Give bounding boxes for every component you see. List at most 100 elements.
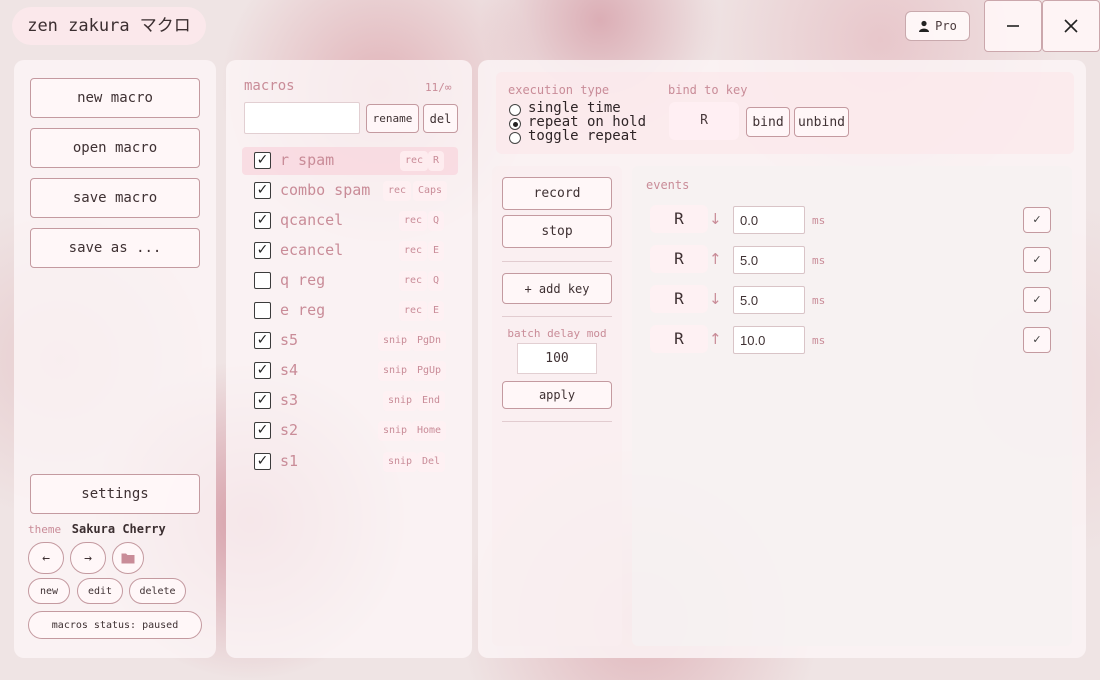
stop-button[interactable]: stop — [502, 215, 612, 248]
event-delay-input[interactable] — [733, 326, 805, 354]
batch-delay-input[interactable] — [517, 343, 597, 374]
macro-mode-tag: snip — [383, 391, 418, 411]
macro-name: s4 — [280, 361, 299, 379]
macro-mode-tag: rec — [399, 271, 428, 291]
macro-checkbox[interactable]: ✓ — [254, 362, 271, 379]
delete-macro-button[interactable]: del — [423, 104, 458, 133]
arrow-up-icon: ↑ — [709, 330, 722, 348]
save-as-button[interactable]: save as ... — [30, 228, 200, 268]
macro-checkbox[interactable]: ✓ — [254, 242, 271, 259]
macro-checkbox[interactable]: ✓ — [254, 152, 271, 169]
theme-new-button[interactable]: new — [28, 578, 70, 604]
macro-checkbox[interactable]: ✓ — [254, 392, 271, 409]
check-icon: ✓ — [1032, 213, 1042, 226]
event-delay-input[interactable] — [733, 206, 805, 234]
next-theme-button[interactable]: → — [70, 542, 106, 574]
event-key[interactable]: R — [650, 205, 708, 233]
macro-row[interactable]: e reg rec E — [242, 297, 458, 325]
event-delay-input[interactable] — [733, 286, 805, 314]
macro-row[interactable]: ✓ combo spam rec Caps — [242, 177, 458, 205]
pro-label: Pro — [935, 19, 957, 33]
add-key-button[interactable]: + add key — [502, 273, 612, 304]
macro-key-tag: Home — [412, 421, 447, 441]
radio-toggle-repeat[interactable] — [509, 132, 521, 144]
pro-button[interactable]: Pro — [905, 11, 970, 41]
arrow-right-icon: → — [84, 550, 92, 566]
macro-row[interactable]: ✓ r spam rec R — [242, 147, 458, 175]
theme-edit-button[interactable]: edit — [77, 578, 123, 604]
open-macro-button[interactable]: open macro — [30, 128, 200, 168]
macro-checkbox[interactable]: ✓ — [254, 182, 271, 199]
macro-row[interactable]: ✓ s3 snip End — [242, 387, 458, 415]
theme-name: Sakura Cherry — [71, 522, 166, 536]
event-key[interactable]: R — [650, 285, 708, 313]
event-key[interactable]: R — [650, 325, 708, 353]
apply-button[interactable]: apply — [502, 381, 612, 409]
event-delay-input[interactable] — [733, 246, 805, 274]
event-key[interactable]: R — [650, 245, 708, 273]
macro-row[interactable]: ✓ ecancel rec E — [242, 237, 458, 265]
bind-title: bind to key — [668, 83, 748, 97]
macro-checkbox[interactable]: ✓ — [254, 212, 271, 229]
macro-key-tag: Del — [417, 452, 446, 472]
macro-checkbox[interactable] — [254, 302, 271, 319]
macro-name: r spam — [280, 151, 335, 169]
event-confirm-button[interactable]: ✓ — [1023, 287, 1051, 313]
event-unit: ms — [812, 294, 826, 307]
macro-row[interactable]: ✓ s5 snip PgDn — [242, 327, 458, 355]
macro-checkbox[interactable] — [254, 272, 271, 289]
macros-count: 11/∞ — [425, 81, 452, 94]
macro-mode-tag: rec — [383, 181, 412, 201]
check-icon: ✓ — [1032, 293, 1042, 306]
macro-name: s5 — [280, 331, 299, 349]
macro-row[interactable]: ✓ s1 snip Del — [242, 448, 458, 476]
divider — [502, 421, 612, 422]
record-button[interactable]: record — [502, 177, 612, 210]
divider — [502, 316, 612, 317]
macro-row[interactable]: ✓ s2 snip Home — [242, 417, 458, 445]
event-confirm-button[interactable]: ✓ — [1023, 207, 1051, 233]
radio-single-time[interactable] — [509, 104, 521, 116]
radio-repeat-on-hold[interactable] — [509, 118, 521, 130]
minimize-icon — [1007, 25, 1019, 27]
macro-name-input[interactable] — [244, 102, 360, 134]
event-confirm-button[interactable]: ✓ — [1023, 247, 1051, 273]
macro-checkbox[interactable]: ✓ — [254, 422, 271, 439]
macro-name: s1 — [280, 452, 299, 470]
macro-name: q reg — [280, 271, 326, 289]
macro-mode-tag: snip — [383, 452, 418, 472]
macro-key-tag: E — [428, 301, 445, 321]
macro-mode-tag: snip — [378, 421, 413, 441]
macro-row[interactable]: ✓ qcancel rec Q — [242, 207, 458, 235]
close-icon — [1064, 19, 1078, 33]
bind-button[interactable]: bind — [746, 107, 790, 137]
theme-delete-button[interactable]: delete — [129, 578, 186, 604]
macro-mode-tag: snip — [378, 331, 413, 351]
prev-theme-button[interactable]: ← — [28, 542, 64, 574]
rename-button[interactable]: rename — [366, 104, 419, 133]
macro-mode-tag: rec — [399, 301, 428, 321]
arrow-left-icon: ← — [42, 550, 50, 566]
event-unit: ms — [812, 254, 826, 267]
save-macro-button[interactable]: save macro — [30, 178, 200, 218]
settings-button[interactable]: settings — [30, 474, 200, 514]
arrow-up-icon: ↑ — [709, 250, 722, 268]
unbind-button[interactable]: unbind — [794, 107, 849, 137]
macro-key-tag: Q — [428, 211, 445, 231]
macro-name: e reg — [280, 301, 326, 319]
close-button[interactable] — [1042, 0, 1100, 52]
macro-row[interactable]: q reg rec Q — [242, 267, 458, 295]
app-title: zen zakura マクロ — [12, 7, 206, 45]
macro-checkbox[interactable]: ✓ — [254, 453, 271, 470]
minimize-button[interactable] — [984, 0, 1042, 52]
event-unit: ms — [812, 334, 826, 347]
macro-mode-tag: rec — [400, 151, 429, 171]
execution-title: execution type — [508, 83, 610, 97]
new-macro-button[interactable]: new macro — [30, 78, 200, 118]
macro-row[interactable]: ✓ s4 snip PgUp — [242, 357, 458, 385]
event-confirm-button[interactable]: ✓ — [1023, 327, 1051, 353]
theme-folder-button[interactable] — [112, 542, 144, 574]
macro-checkbox[interactable]: ✓ — [254, 332, 271, 349]
macros-title: macros — [244, 78, 295, 94]
bound-key[interactable]: R — [669, 102, 739, 140]
